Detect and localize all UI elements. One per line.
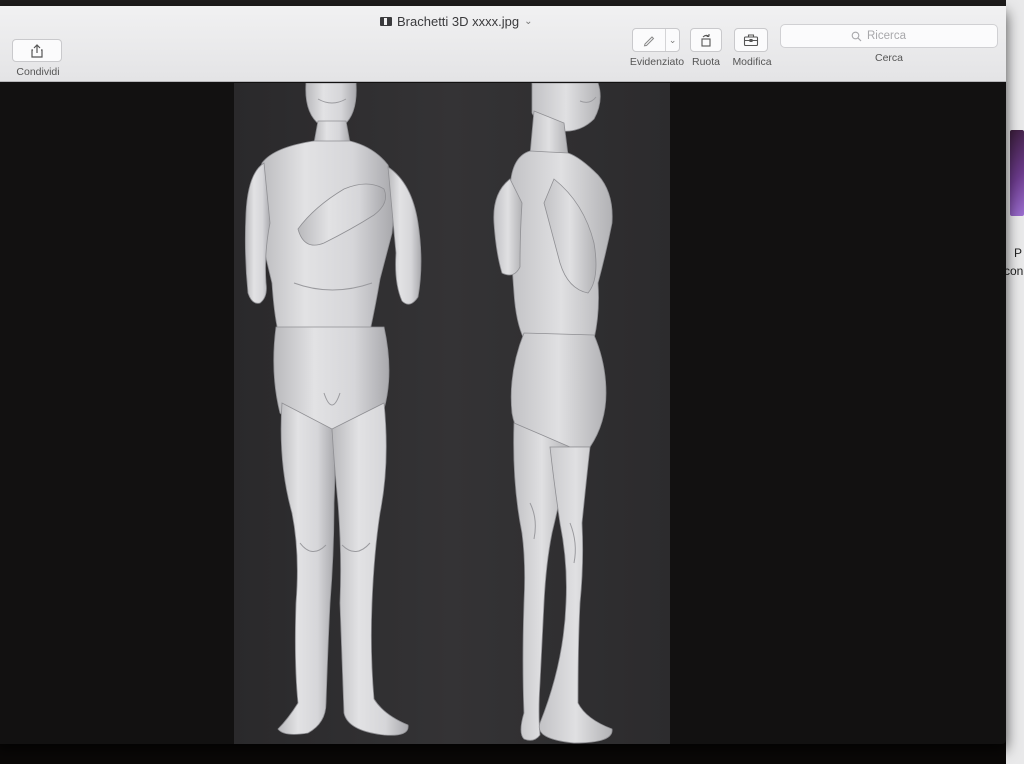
share-icon bbox=[31, 43, 43, 58]
magnifier-icon bbox=[851, 31, 862, 41]
body-scan-image bbox=[244, 83, 613, 744]
chevron-down-icon[interactable]: ⌄ bbox=[524, 16, 532, 27]
edit-button[interactable] bbox=[734, 28, 768, 52]
share-label: Condividi bbox=[16, 66, 60, 78]
rotate-label: Ruota bbox=[691, 56, 721, 68]
highlight-label: Evidenziato bbox=[629, 56, 685, 68]
preview-window: Brachetti 3D xxxx.jpg ⌄ Condividi ⌄ Evid… bbox=[0, 6, 1006, 744]
share-button[interactable] bbox=[12, 39, 62, 62]
toolbar: Brachetti 3D xxxx.jpg ⌄ Condividi ⌄ Evid… bbox=[0, 6, 1006, 82]
side-window-thumbnail[interactable] bbox=[1010, 130, 1024, 216]
document-icon bbox=[380, 17, 392, 26]
rotate-icon bbox=[701, 34, 711, 47]
pen-icon bbox=[643, 36, 655, 47]
edit-label: Modifica bbox=[732, 56, 772, 68]
side-window-text-line1: P bbox=[1014, 246, 1023, 260]
toolbox-icon bbox=[743, 34, 759, 47]
search-input[interactable] bbox=[867, 30, 927, 42]
front-view-figure bbox=[244, 83, 422, 736]
screen-photo: P con Brachetti 3D xxxx.jpg ⌄ Condividi bbox=[0, 0, 1024, 764]
side-view-figure bbox=[493, 83, 613, 744]
highlight-tool[interactable] bbox=[633, 29, 667, 51]
search-label: Cerca bbox=[874, 52, 903, 64]
side-window-text-line2: con bbox=[1004, 264, 1024, 278]
window-title[interactable]: Brachetti 3D xxxx.jpg ⌄ bbox=[380, 14, 533, 29]
side-window[interactable] bbox=[1006, 0, 1024, 764]
rotate-button[interactable] bbox=[690, 28, 722, 52]
window-title-text: Brachetti 3D xxxx.jpg bbox=[397, 14, 520, 29]
highlight-button[interactable]: ⌄ bbox=[632, 28, 680, 52]
image-canvas bbox=[234, 83, 670, 744]
chevron-down-icon[interactable]: ⌄ bbox=[666, 29, 679, 51]
search-field[interactable] bbox=[780, 24, 998, 48]
